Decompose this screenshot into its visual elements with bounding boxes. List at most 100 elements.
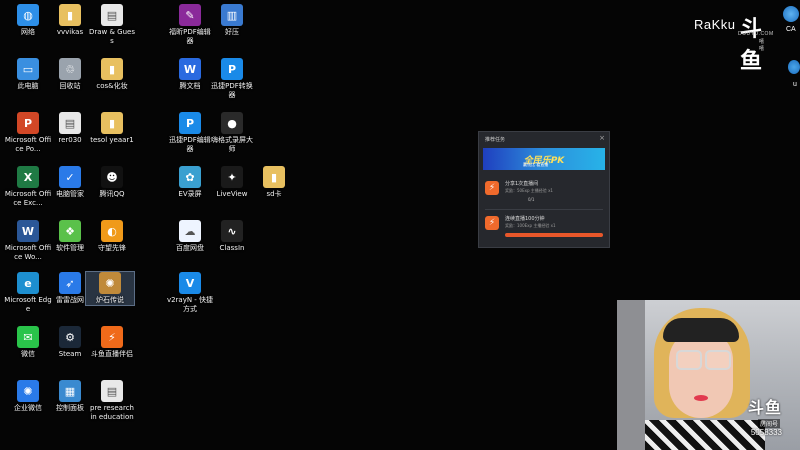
lightning-icon: ⚡ xyxy=(485,181,499,195)
task-count: 0/1 xyxy=(528,197,535,202)
panel-title: 推荐任务 xyxy=(485,137,506,143)
zip-folder-icon: ▮ xyxy=(101,58,123,80)
desktop-icon-ev-record[interactable]: ✿ EV录屏 xyxy=(166,166,214,199)
background-door xyxy=(617,300,645,450)
streamer-face xyxy=(669,330,733,418)
desktop-icon-label: Microsoft Office Wo... xyxy=(4,244,52,261)
streamer-shirt xyxy=(645,420,765,450)
desktop-icon-hearthstone[interactable]: ✺ 炉石传说 xyxy=(85,271,135,306)
desktop-icon-steam[interactable]: ⚙ Steam xyxy=(46,326,94,359)
desktop-icon-classin[interactable]: ∿ ClassIn xyxy=(208,220,256,253)
recycle-bin-icon: ♲ xyxy=(59,58,81,80)
desktop-icon-this-pc[interactable]: ▭ 此电脑 xyxy=(4,58,52,91)
desktop-icon-label: 电脑管家 xyxy=(56,190,84,198)
archive-icon: ▥ xyxy=(221,4,243,26)
desktop-icon-label: sd卡 xyxy=(266,190,282,198)
desktop-icon-recycle[interactable]: ♲ 回收站 xyxy=(46,58,94,91)
desktop-icon-label: Microsoft Office Po... xyxy=(4,136,52,153)
desktop-icon-label: rer030 xyxy=(58,136,82,144)
desktop-icon-wechat[interactable]: ✉ 微信 xyxy=(4,326,52,359)
douyu-watermark: 斗鱼 xyxy=(747,400,782,417)
desktop-icon-overwatch[interactable]: ◐ 守望先锋 xyxy=(88,220,136,253)
folder-icon: ▮ xyxy=(263,166,285,188)
computer-icon: ▭ xyxy=(17,58,39,80)
pdf-convert-icon: P xyxy=(221,58,243,80)
pk-banner[interactable]: 全民乐PK 赢钱比 看直播 xyxy=(483,148,605,170)
task-progress-bar xyxy=(505,233,603,237)
glasses-lens-left xyxy=(676,350,702,370)
desktop-icon-label: 腾讯QQ xyxy=(99,190,125,198)
desktop-icon-douyu-tool[interactable]: ⚡ 斗鱼直播伴侣 xyxy=(88,326,136,359)
desktop-icon-label: 企业微信 xyxy=(14,404,42,412)
desktop-icon-label: Steam xyxy=(58,350,82,358)
desktop-icon-network[interactable]: ◍ 网络 xyxy=(4,4,52,37)
desktop-icon-baidu-disk[interactable]: ☁ 百度网盘 xyxy=(166,220,214,253)
desktop-icon-edge[interactable]: e Microsoft Edge xyxy=(4,272,52,313)
word-icon: W xyxy=(17,220,39,242)
control-panel-icon: ▦ xyxy=(59,380,81,402)
desktop-icon-draw-guess[interactable]: ▤ Draw & Guess xyxy=(88,4,136,45)
desktop-icon-office-excel[interactable]: X Microsoft Office Exc... xyxy=(4,166,52,207)
overwatch-icon: ◐ xyxy=(101,220,123,242)
task-item[interactable]: ⚡ 分享1次直播间 奖励：50Exp 主播经验 x1 0/1 xyxy=(485,179,605,207)
desktop-icon-label: cos&化妆 xyxy=(96,82,128,90)
desktop-icon-tencent-qq[interactable]: ☻ 腾讯QQ xyxy=(88,166,136,199)
desktop-icon-wecom[interactable]: ✺ 企业微信 xyxy=(4,380,52,413)
desktop-icon-pdf-editor-1[interactable]: ✎ 福昕PDF编辑器 xyxy=(166,4,214,45)
desktop-icon-label: 守望先锋 xyxy=(98,244,126,252)
room-number: 5058333 xyxy=(750,428,782,437)
desktop-icon-soft-mgr[interactable]: ❖ 软件管理 xyxy=(46,220,94,253)
desktop-icon-vvvikas[interactable]: ▮ vvvikas xyxy=(46,4,94,37)
douyu-domain: DOUYU.COM xyxy=(738,31,774,37)
douyu-icon: ⚡ xyxy=(101,326,123,348)
qq-icon: ☻ xyxy=(101,166,123,188)
desktop-icon-label: 迅捷PDF转换器 xyxy=(211,82,253,99)
cloud-icon: ☁ xyxy=(179,220,201,242)
desktop-icon-office-word[interactable]: W Microsoft Office Wo... xyxy=(4,220,52,261)
desktop-icon-cos-makeup[interactable]: ▮ cos&化妆 xyxy=(88,58,136,91)
desktop-icon-control-panel[interactable]: ▦ 控制面板 xyxy=(46,380,94,413)
desktop-icon-label: 网络 xyxy=(21,28,35,36)
document-icon: ▤ xyxy=(101,4,123,26)
desktop-icon-label: ClassIn xyxy=(219,244,245,252)
close-icon[interactable]: × xyxy=(599,134,605,142)
progress-fill xyxy=(505,233,603,237)
task-reward: 奖励：50Exp 主播经验 x1 xyxy=(505,188,553,193)
desktop-icon-pdf-editor-2[interactable]: P 迅捷PDF编辑器 xyxy=(166,112,214,153)
desktop-icon-sd-card[interactable]: ▮ sd卡 xyxy=(250,166,298,199)
recommended-tasks-panel: 推荐任务 × 全民乐PK 赢钱比 看直播 ⚡ 分享1次直播间 奖励：50Exp … xyxy=(478,131,610,248)
desktop-icon-label: 控制面板 xyxy=(56,404,84,412)
desktop-icon-label: LiveView xyxy=(216,190,248,198)
liveview-icon: ✦ xyxy=(221,166,243,188)
desktop-icon-tesol[interactable]: ▮ tesol yeaar1 xyxy=(88,112,136,145)
partial-icon-label: u xyxy=(793,81,797,88)
document-icon: ▤ xyxy=(101,380,123,402)
desktop-icon-label: 好压 xyxy=(225,28,239,36)
recorder-icon: ● xyxy=(221,112,243,134)
desktop-icon-label: vvvikas xyxy=(56,28,84,36)
task-reward: 奖励：100Exp 主播经验 x1 xyxy=(505,223,556,228)
partial-desktop-icon-right[interactable] xyxy=(788,60,800,74)
desktop-icon-label: 斗鱼直播伴侣 xyxy=(91,350,133,358)
hearthstone-icon: ✺ xyxy=(99,272,121,294)
desktop-icon-rer030[interactable]: ▤ rer030 xyxy=(46,112,94,145)
desktop-icon-label: Microsoft Office Exc... xyxy=(4,190,52,207)
desktop-icon-pre-research[interactable]: ▤ pre research in education xyxy=(88,380,136,421)
wecom-icon: ✺ xyxy=(17,380,39,402)
desktop-icon-pdf-convert[interactable]: P 迅捷PDF转换器 xyxy=(208,58,256,99)
desktop-icon-label: 腾文档 xyxy=(179,82,201,90)
desktop-icon-pc-manager[interactable]: ✓ 电脑管家 xyxy=(46,166,94,199)
desktop-icon-screen-rec[interactable]: ● 嗨格式录屏大师 xyxy=(208,112,256,153)
partial-desktop-icon-top-right[interactable] xyxy=(783,6,799,22)
desktop-icon-label: 回收站 xyxy=(59,82,81,90)
shield-icon: ✓ xyxy=(59,166,81,188)
desktop-icon-haozip[interactable]: ▥ 好压 xyxy=(208,4,256,37)
pdf-edit-icon: P xyxy=(179,112,201,134)
desktop-icon-liveview[interactable]: ✦ LiveView xyxy=(208,166,256,199)
task-item[interactable]: ⚡ 连续直播100分钟 奖励：100Exp 主播经验 x1 xyxy=(485,214,605,242)
desktop-icon-v2rayn[interactable]: Vv2rayN - 快捷方式 xyxy=(166,272,214,313)
lightning-icon: ⚡ xyxy=(485,216,499,230)
desktop-icon-office-ppt[interactable]: P Microsoft Office Po... xyxy=(4,112,52,153)
stream-watermark: RaKku 斗鱼 DOUYU.COM 嘻嘻 xyxy=(694,16,773,73)
desktop-icon-wps-doc[interactable]: W 腾文档 xyxy=(166,58,214,91)
